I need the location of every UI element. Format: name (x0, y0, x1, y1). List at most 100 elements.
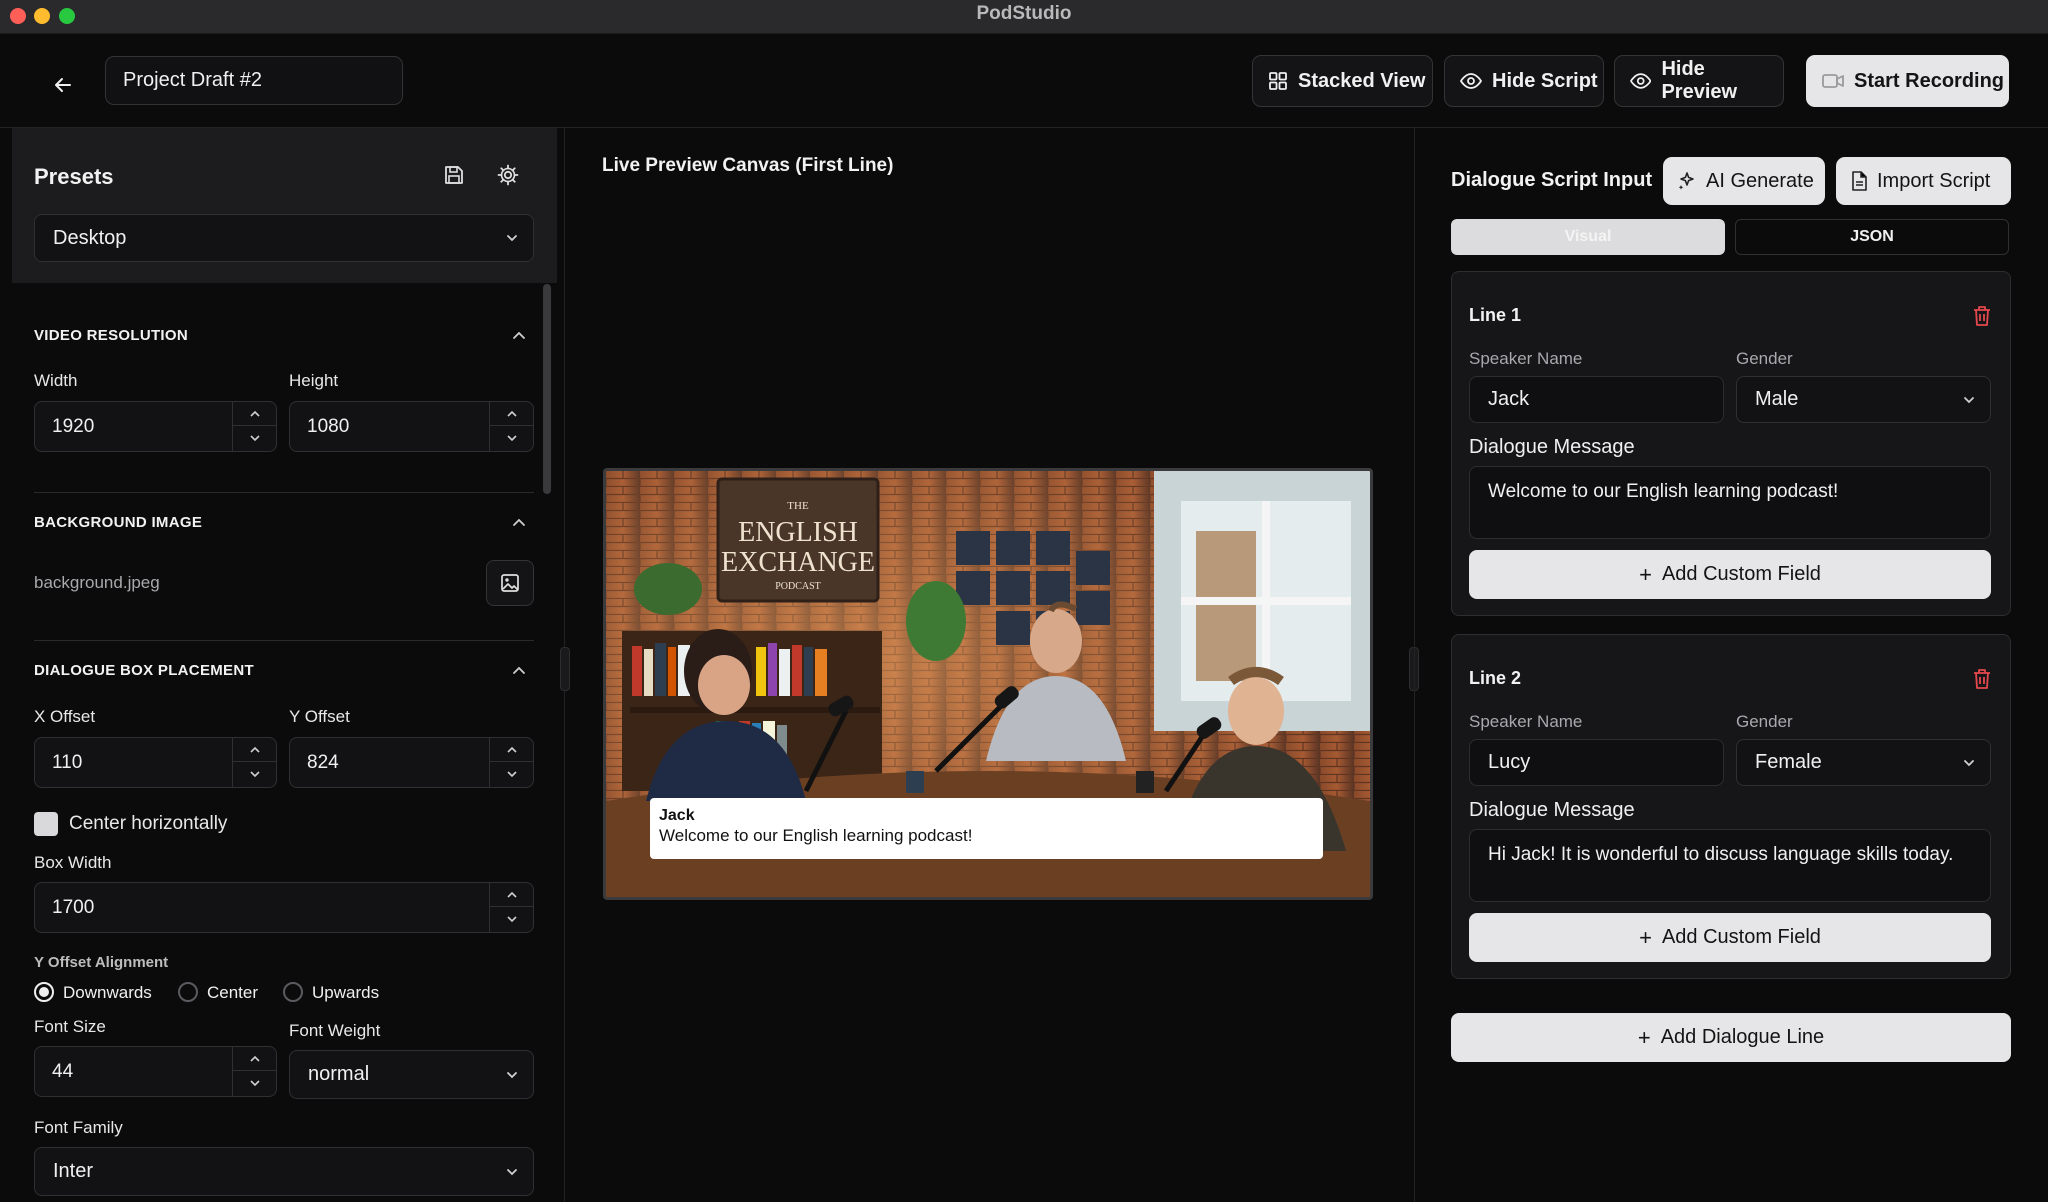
sign-line2: EXCHANGE (721, 547, 875, 578)
dialogue-line-card: Line 2 Speaker Name Gender Lucy Female D… (1451, 634, 2011, 979)
add-custom-field-button[interactable]: + Add Custom Field (1469, 913, 1991, 962)
speaker-name-input[interactable]: Jack (1469, 376, 1724, 423)
width-value: 1920 (52, 416, 95, 437)
y-offset-stepper[interactable] (489, 738, 533, 787)
preset-selected-value: Desktop (53, 226, 127, 249)
height-input[interactable]: 1080 (289, 401, 534, 452)
x-offset-stepper[interactable] (232, 738, 276, 787)
y-offset-input[interactable]: 824 (289, 737, 534, 788)
increment-button[interactable] (490, 883, 533, 907)
gender-value: Male (1755, 388, 1799, 410)
start-recording-button[interactable]: Start Recording (1806, 55, 2009, 107)
y-offset-value: 824 (307, 752, 339, 773)
hide-script-label: Hide Script (1492, 69, 1598, 92)
increment-button[interactable] (233, 738, 276, 762)
dialogue-message-input[interactable]: Hi Jack! It is wonderful to discuss lang… (1469, 829, 1991, 902)
trash-icon[interactable] (1972, 668, 1992, 690)
decrement-button[interactable] (233, 1071, 276, 1095)
font-family-select[interactable]: Inter (34, 1147, 534, 1196)
font-size-stepper[interactable] (232, 1047, 276, 1096)
sign-the: THE (787, 500, 809, 512)
preset-settings-button[interactable] (491, 158, 525, 192)
sign-podcast: PODCAST (775, 581, 821, 592)
font-size-label: Font Size (34, 1017, 106, 1036)
sidebar-scrollbar[interactable] (543, 284, 551, 494)
section-divider (34, 492, 534, 493)
plus-icon: + (1639, 561, 1652, 587)
back-button[interactable] (46, 68, 80, 102)
tab-json[interactable]: JSON (1735, 219, 2009, 255)
preview-canvas[interactable]: THE ENGLISH EXCHANGE PODCAST Jack Welcom… (603, 468, 1373, 900)
stacked-view-label: Stacked View (1298, 69, 1426, 92)
font-weight-label: Font Weight (289, 1021, 381, 1040)
chevron-down-icon (506, 771, 517, 778)
add-custom-field-label: Add Custom Field (1661, 926, 1821, 948)
chevron-up-icon[interactable] (511, 515, 527, 529)
radio-downwards[interactable] (34, 982, 54, 1002)
choose-image-button[interactable] (486, 560, 534, 606)
hide-preview-label: Hide Preview (1661, 58, 1738, 103)
plus-icon: + (1639, 924, 1652, 950)
preset-select[interactable]: Desktop (34, 214, 534, 262)
box-width-stepper[interactable] (489, 883, 533, 932)
gender-value: Female (1755, 751, 1822, 773)
gender-select[interactable]: Male (1736, 376, 1991, 423)
y-offset-alignment-label: Y Offset Alignment (34, 954, 169, 971)
decrement-button[interactable] (490, 907, 533, 931)
image-icon (501, 574, 519, 592)
tab-visual[interactable]: Visual (1451, 219, 1725, 255)
speaker-name-input[interactable]: Lucy (1469, 739, 1724, 786)
trash-icon[interactable] (1972, 305, 1992, 327)
add-custom-field-label: Add Custom Field (1661, 563, 1821, 585)
add-dialogue-line-button[interactable]: + Add Dialogue Line (1451, 1013, 2011, 1062)
increment-button[interactable] (233, 1047, 276, 1071)
ai-generate-button[interactable]: AI Generate (1663, 157, 1825, 205)
speaker-name-label: Speaker Name (1469, 712, 1583, 731)
increment-button[interactable] (233, 402, 276, 426)
font-weight-select[interactable]: normal (289, 1050, 534, 1099)
background-filename: background.jpeg (34, 573, 160, 592)
decrement-button[interactable] (233, 426, 276, 450)
add-custom-field-button[interactable]: + Add Custom Field (1469, 550, 1991, 599)
chevron-up-icon (506, 410, 517, 417)
width-input[interactable]: 1920 (34, 401, 277, 452)
chevron-down-icon (249, 771, 260, 778)
presets-title: Presets (34, 164, 114, 189)
overlay-message: Welcome to our English learning podcast! (659, 826, 973, 845)
stacked-view-button[interactable]: Stacked View (1252, 55, 1433, 107)
video-camera-icon (1822, 74, 1844, 88)
script-title: Dialogue Script Input (1451, 169, 1653, 191)
speaker-name-label: Speaker Name (1469, 349, 1583, 368)
decrement-button[interactable] (490, 426, 533, 450)
import-script-button[interactable]: Import Script (1836, 157, 2011, 205)
sign-line1: ENGLISH (738, 517, 858, 548)
center-horizontally-label: Center horizontally (69, 813, 228, 834)
decrement-button[interactable] (490, 762, 533, 786)
chevron-up-icon[interactable] (511, 663, 527, 677)
dialogue-message-label: Dialogue Message (1469, 799, 1635, 821)
center-horizontally-checkbox[interactable] (34, 812, 58, 836)
hide-script-button[interactable]: Hide Script (1444, 55, 1604, 107)
increment-button[interactable] (490, 402, 533, 426)
box-width-input[interactable]: 1700 (34, 882, 534, 933)
x-offset-label: X Offset (34, 707, 96, 726)
chevron-down-icon (249, 1080, 260, 1087)
save-preset-button[interactable] (437, 158, 471, 192)
gender-select[interactable]: Female (1736, 739, 1991, 786)
height-stepper[interactable] (489, 402, 533, 451)
width-stepper[interactable] (232, 402, 276, 451)
hide-preview-button[interactable]: Hide Preview (1614, 55, 1784, 107)
chevron-down-icon (1964, 759, 1974, 766)
dialogue-message-input[interactable]: Welcome to our English learning podcast! (1469, 466, 1991, 539)
font-size-input[interactable]: 44 (34, 1046, 277, 1097)
x-offset-input[interactable]: 110 (34, 737, 277, 788)
decrement-button[interactable] (233, 762, 276, 786)
project-name-input[interactable]: Project Draft #2 (105, 56, 403, 105)
height-value: 1080 (307, 416, 350, 437)
ai-generate-label: AI Generate (1706, 169, 1814, 192)
increment-button[interactable] (490, 738, 533, 762)
radio-center[interactable] (178, 982, 198, 1002)
preview-area: Live Preview Canvas (First Line) THE ENG… (566, 128, 1414, 1202)
chevron-up-icon[interactable] (511, 328, 527, 342)
radio-upwards[interactable] (283, 982, 303, 1002)
